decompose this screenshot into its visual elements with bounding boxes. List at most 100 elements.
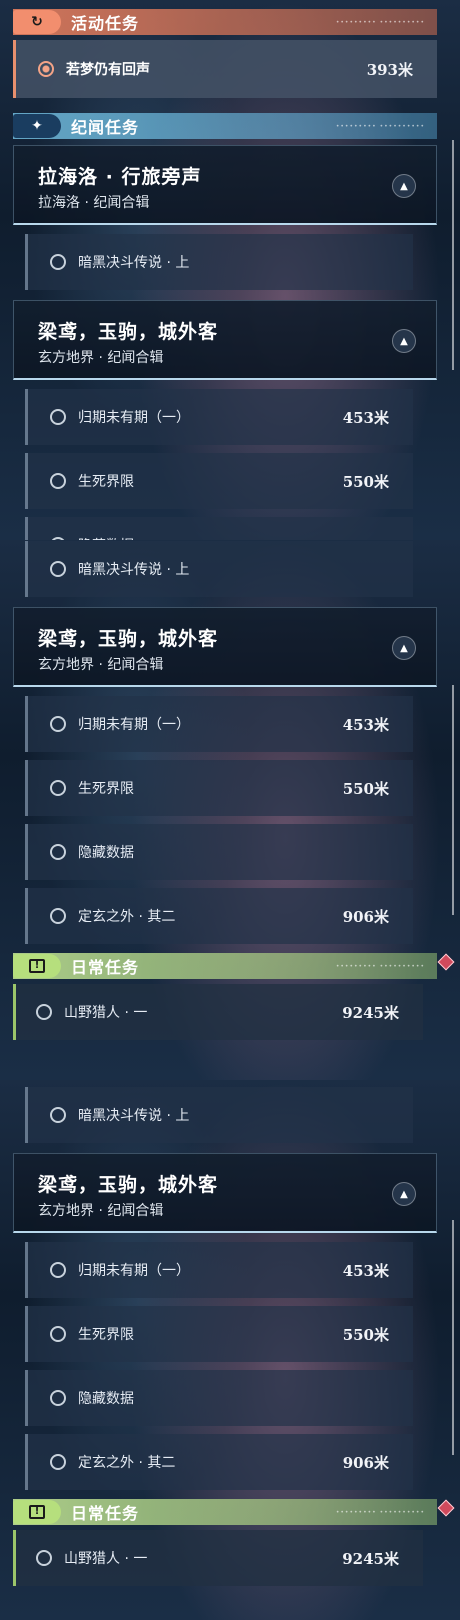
quest-row[interactable]: 归期未有期（一） 453米 (25, 696, 413, 752)
quest-label: 定玄之外 · 其二 (78, 909, 176, 925)
quest-row[interactable]: 隐藏数据 (25, 824, 413, 880)
quest-label: 归期未有期（一） (78, 1263, 190, 1279)
quest-panel-view-3: 暗黑决斗传说 · 上 梁鸢，玉驹，城外客 玄方地界 · 纪闻合辑 ▲ 归期未有期… (0, 1080, 460, 1620)
quest-distance: 393米 (366, 60, 413, 79)
quest-label: 隐藏数据 (78, 1391, 134, 1407)
lore-quest-title: 纪闻任务 (71, 118, 140, 137)
refresh-arrow-icon: ↻ (13, 10, 61, 34)
daily-quest-header[interactable]: ! 日常任务 ••••••••• •••••••••• (13, 1499, 437, 1525)
quest-row[interactable]: 定玄之外 · 其二 906米 (25, 1434, 413, 1490)
quest-row[interactable]: 归期未有期（一） 453米 (25, 389, 413, 445)
quest-radio[interactable] (50, 1326, 66, 1342)
group-title: 梁鸢，玉驹，城外客 (38, 628, 219, 650)
group-title: 拉海洛 · 行旅旁声 (38, 166, 202, 188)
lore-quest-header[interactable]: ✦ 纪闻任务 ••••••••• •••••••••• (13, 113, 437, 139)
chevron-up-icon[interactable]: ▲ (392, 329, 416, 353)
quest-panel-view-1: ↻ 活动任务 ••••••••• •••••••••• 若梦仍有回声 393米 … (0, 0, 460, 540)
quest-radio[interactable] (50, 780, 66, 796)
header-decoration: ••••••••• •••••••••• (335, 1508, 425, 1516)
quest-label: 山野猎人 · 一 (64, 1005, 148, 1021)
quest-distance: 906米 (342, 907, 389, 926)
scrollbar[interactable] (452, 685, 454, 915)
quest-distance: 453米 (342, 1261, 389, 1280)
group-subtitle: 玄方地界 · 纪闻合辑 (38, 350, 164, 366)
quest-group-lahailuo[interactable]: 拉海洛 · 行旅旁声 拉海洛 · 纪闻合辑 ▲ (13, 145, 437, 225)
quest-distance: 906米 (342, 1453, 389, 1472)
quest-distance: 550米 (342, 1325, 389, 1344)
quest-label: 暗黑决斗传说 · 上 (78, 255, 190, 271)
quest-distance: 9245米 (342, 1549, 399, 1568)
diamond-marker-icon (437, 953, 455, 971)
quest-row[interactable]: 生死界限 550米 (25, 760, 413, 816)
quest-label: 生死界限 (78, 474, 134, 490)
quest-distance: 9245米 (342, 1003, 399, 1022)
quest-label: 归期未有期（一） (78, 717, 190, 733)
quest-radio[interactable] (50, 561, 66, 577)
exclamation-icon: ! (13, 1500, 61, 1524)
quest-distance: 453米 (342, 715, 389, 734)
active-quest-header[interactable]: ↻ 活动任务 ••••••••• •••••••••• (13, 9, 437, 35)
quest-row-active[interactable]: 若梦仍有回声 393米 (13, 40, 437, 98)
quest-row[interactable]: 定玄之外 · 其二 906米 (25, 888, 413, 944)
quest-radio[interactable] (50, 844, 66, 860)
quest-label: 若梦仍有回声 (66, 62, 150, 78)
quest-radio[interactable] (36, 1550, 52, 1566)
daily-quest-title: 日常任务 (71, 958, 140, 977)
quest-radio[interactable] (36, 1004, 52, 1020)
quest-row[interactable]: 隐藏数据 (25, 517, 413, 540)
quest-label: 生死界限 (78, 1327, 134, 1343)
quest-group-liangyuan[interactable]: 梁鸢，玉驹，城外客 玄方地界 · 纪闻合辑 ▲ (13, 1153, 437, 1233)
header-decoration: ••••••••• •••••••••• (335, 122, 425, 130)
quest-label: 生死界限 (78, 781, 134, 797)
quest-label: 隐藏数据 (78, 845, 134, 861)
quest-label: 归期未有期（一） (78, 410, 190, 426)
quest-radio[interactable] (50, 716, 66, 732)
quest-radio[interactable] (50, 1107, 66, 1123)
quest-label: 山野猎人 · 一 (64, 1551, 148, 1567)
daily-quest-title: 日常任务 (71, 1504, 140, 1523)
quest-row[interactable]: 暗黑决斗传说 · 上 (25, 541, 413, 597)
quest-distance: 550米 (342, 779, 389, 798)
diamond-marker-icon (437, 1499, 455, 1517)
quest-radio[interactable] (50, 1454, 66, 1470)
quest-row[interactable]: 生死界限 550米 (25, 1306, 413, 1362)
group-title: 梁鸢，玉驹，城外客 (38, 1174, 219, 1196)
quest-label: 定玄之外 · 其二 (78, 1455, 176, 1471)
scrollbar[interactable] (452, 1220, 454, 1455)
quest-row[interactable]: 生死界限 550米 (25, 453, 413, 509)
header-decoration: ••••••••• •••••••••• (335, 962, 425, 970)
quest-radio[interactable] (50, 254, 66, 270)
group-subtitle: 拉海洛 · 纪闻合辑 (38, 195, 150, 211)
quest-label: 暗黑决斗传说 · 上 (78, 1108, 190, 1124)
exclamation-icon: ! (13, 954, 61, 978)
quest-row-daily[interactable]: 山野猎人 · 一 9245米 (13, 984, 423, 1040)
chevron-up-icon[interactable]: ▲ (392, 174, 416, 198)
quest-group-liangyuan[interactable]: 梁鸢，玉驹，城外客 玄方地界 · 纪闻合辑 ▲ (13, 300, 437, 380)
scrollbar[interactable] (452, 140, 454, 370)
quest-radio[interactable] (50, 409, 66, 425)
quest-distance: 550米 (342, 472, 389, 491)
sparkle-star-icon: ✦ (13, 114, 61, 138)
active-quest-title: 活动任务 (71, 14, 140, 33)
chevron-up-icon[interactable]: ▲ (392, 1182, 416, 1206)
group-title: 梁鸢，玉驹，城外客 (38, 321, 219, 343)
quest-radio[interactable] (50, 908, 66, 924)
quest-tracked-radio[interactable] (38, 61, 54, 77)
quest-panel-view-2: 暗黑决斗传说 · 上 梁鸢，玉驹，城外客 玄方地界 · 纪闻合辑 ▲ 归期未有期… (0, 540, 460, 1080)
quest-radio[interactable] (50, 1390, 66, 1406)
group-subtitle: 玄方地界 · 纪闻合辑 (38, 1203, 164, 1219)
quest-radio[interactable] (50, 473, 66, 489)
header-decoration: ••••••••• •••••••••• (335, 18, 425, 26)
quest-distance: 453米 (342, 408, 389, 427)
quest-row[interactable]: 隐藏数据 (25, 1370, 413, 1426)
quest-radio[interactable] (50, 1262, 66, 1278)
quest-row[interactable]: 暗黑决斗传说 · 上 (25, 1087, 413, 1143)
quest-row[interactable]: 暗黑决斗传说 · 上 (25, 234, 413, 290)
daily-quest-header[interactable]: ! 日常任务 ••••••••• •••••••••• (13, 953, 437, 979)
group-subtitle: 玄方地界 · 纪闻合辑 (38, 657, 164, 673)
quest-row[interactable]: 归期未有期（一） 453米 (25, 1242, 413, 1298)
quest-row-daily[interactable]: 山野猎人 · 一 9245米 (13, 1530, 423, 1586)
quest-label: 暗黑决斗传说 · 上 (78, 562, 190, 578)
chevron-up-icon[interactable]: ▲ (392, 636, 416, 660)
quest-group-liangyuan[interactable]: 梁鸢，玉驹，城外客 玄方地界 · 纪闻合辑 ▲ (13, 607, 437, 687)
